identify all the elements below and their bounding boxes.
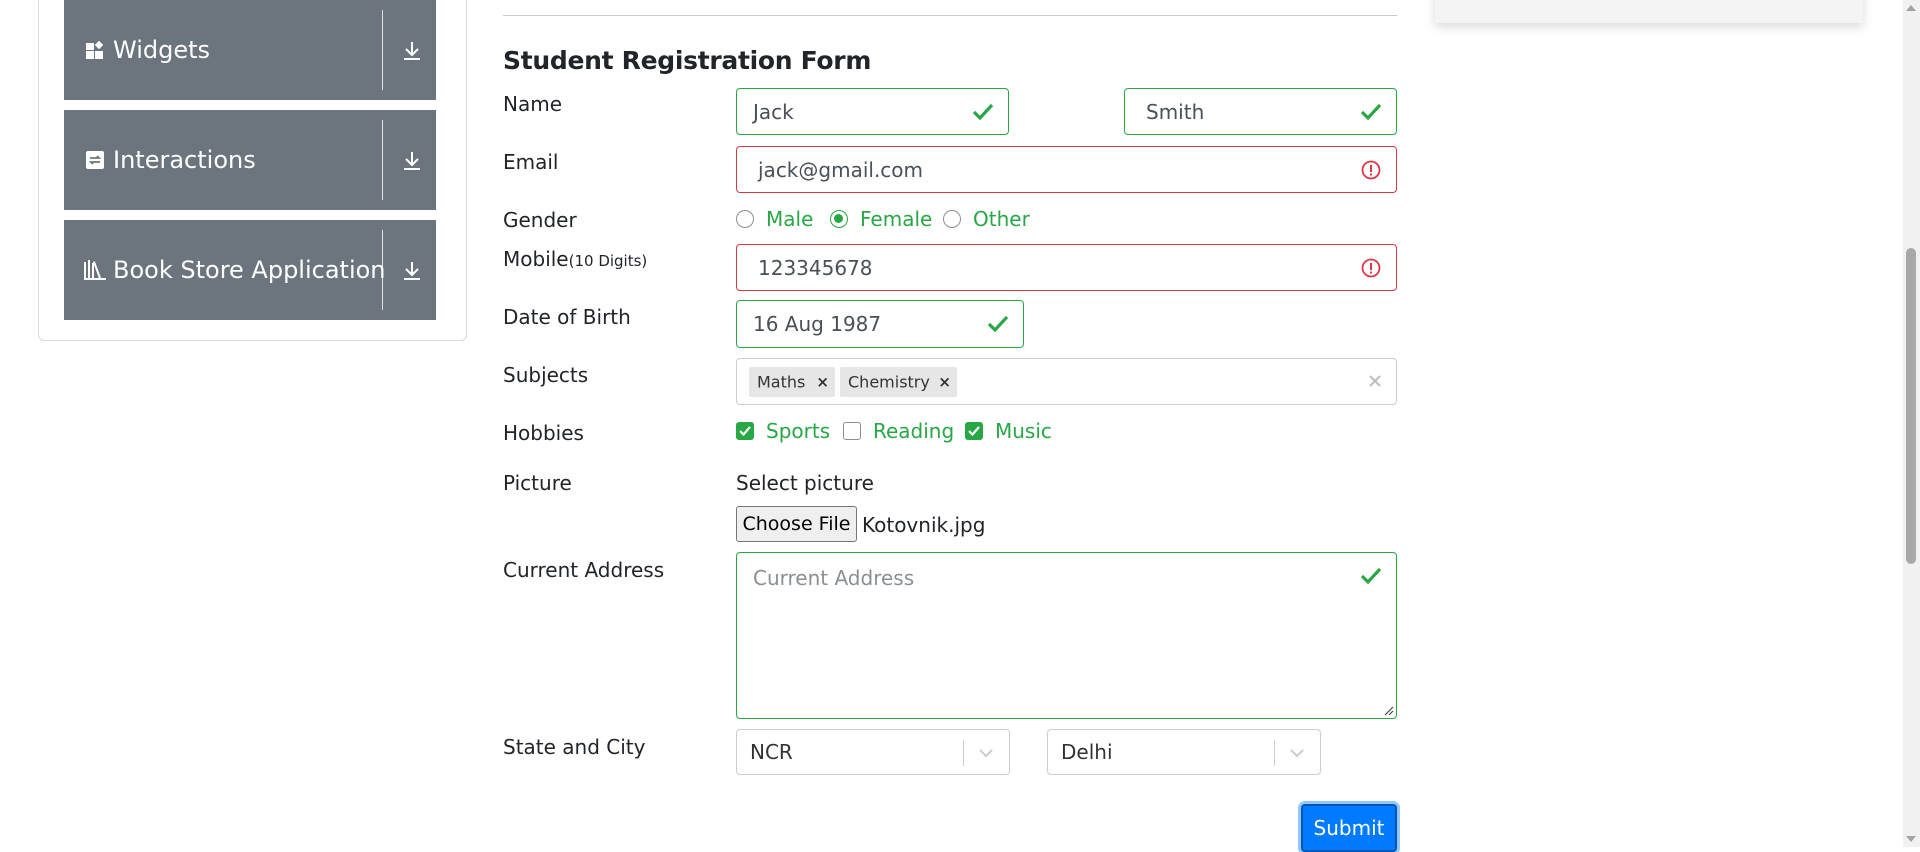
subjects-multiselect[interactable]: Maths × Chemistry × — [736, 358, 1397, 405]
choose-file-button[interactable]: Choose File — [736, 506, 857, 542]
email-value: jack@gmail.com — [758, 157, 924, 182]
first-name-input[interactable]: Jack — [736, 88, 1009, 135]
remove-chip-icon[interactable]: × — [938, 373, 951, 391]
chip-label: Chemistry — [848, 372, 930, 392]
checkbox-label: Music — [995, 419, 1052, 443]
checkbox — [965, 422, 983, 440]
email-input[interactable]: jack@gmail.com — [736, 146, 1397, 193]
scroll-down-icon[interactable] — [1905, 834, 1917, 844]
sidebar-group-label: Interactions — [113, 146, 256, 174]
hobbies-label: Hobbies — [503, 421, 584, 445]
mobile-input[interactable]: 123345678 — [736, 244, 1397, 291]
valid-check-icon — [1360, 567, 1382, 585]
form-title: Student Registration Form — [503, 46, 872, 75]
mobile-label: Mobile(10 Digits) — [503, 247, 647, 271]
radio-label: Female — [860, 207, 933, 231]
gender-label: Gender — [503, 208, 577, 232]
valid-check-icon — [972, 103, 994, 120]
sidebar-group-widgets[interactable]: Widgets — [64, 0, 436, 100]
checkbox — [843, 422, 861, 440]
invalid-alert-icon — [1361, 160, 1381, 179]
file-name: Kotovnik.jpg — [862, 513, 986, 537]
resize-handle-icon[interactable] — [1384, 706, 1394, 716]
radio-button — [830, 210, 848, 228]
state-value: NCR — [750, 740, 793, 764]
dob-label: Date of Birth — [503, 305, 631, 329]
sidebar-group-book-store[interactable]: Book Store Application — [64, 220, 436, 320]
submit-button[interactable]: Submit — [1301, 804, 1397, 852]
first-name-value: Jack — [753, 99, 794, 124]
sidebar-group-label: Widgets — [113, 36, 211, 64]
mobile-hint: (10 Digits) — [568, 252, 648, 270]
mobile-label-text: Mobile — [503, 247, 569, 271]
dob-value: 16 Aug 1987 — [753, 312, 882, 336]
city-value: Delhi — [1061, 740, 1113, 764]
radio-label: Male — [766, 207, 814, 231]
address-placeholder: Current Address — [753, 566, 915, 590]
last-name-value: Smith — [1146, 99, 1205, 124]
divider — [382, 230, 383, 310]
select-picture-label: Select picture — [736, 471, 874, 495]
subjects-label: Subjects — [503, 363, 589, 387]
state-city-label: State and City — [503, 735, 646, 759]
download-icon — [404, 152, 420, 170]
divider — [503, 15, 1397, 16]
last-name-input[interactable]: Smith — [1124, 88, 1397, 135]
subject-chip-chemistry: Chemistry × — [840, 367, 957, 397]
state-select[interactable]: NCR — [736, 729, 1010, 775]
divider — [963, 740, 964, 766]
divider — [382, 10, 383, 90]
invalid-alert-icon — [1361, 258, 1381, 277]
advertisement-banner — [1435, 0, 1863, 23]
clear-all-icon[interactable] — [1368, 374, 1382, 388]
radio-button — [943, 210, 961, 228]
sidebar-group-label: Book Store Application — [113, 256, 386, 284]
checkbox-label: Reading — [873, 419, 955, 443]
divider — [1274, 740, 1275, 766]
book-store-icon — [84, 260, 106, 280]
widgets-icon — [86, 41, 104, 59]
picture-label: Picture — [503, 471, 572, 495]
radio-label: Other — [973, 207, 1030, 231]
scrollbar-thumb[interactable] — [1906, 248, 1916, 564]
checkbox-label: Sports — [766, 419, 831, 443]
mobile-value: 123345678 — [758, 255, 873, 280]
scroll-up-icon[interactable] — [1905, 3, 1917, 13]
name-label: Name — [503, 92, 563, 116]
current-address-label: Current Address — [503, 558, 665, 582]
current-address-textarea[interactable]: Current Address — [736, 552, 1397, 719]
valid-check-icon — [1360, 103, 1382, 120]
checkbox — [736, 422, 754, 440]
chevron-down-icon — [1290, 749, 1304, 758]
subject-chip-maths: Maths × — [749, 367, 835, 397]
divider — [382, 120, 383, 200]
email-label: Email — [503, 150, 559, 174]
download-icon — [404, 42, 420, 60]
sidebar-group-interactions[interactable]: Interactions — [64, 110, 436, 210]
chevron-down-icon — [979, 749, 993, 758]
chip-label: Maths — [757, 372, 806, 392]
interactions-icon — [86, 151, 104, 169]
remove-chip-icon[interactable]: × — [816, 373, 829, 391]
download-icon — [404, 262, 420, 280]
radio-button — [736, 210, 754, 228]
valid-check-icon — [987, 315, 1009, 333]
city-select[interactable]: Delhi — [1047, 729, 1321, 775]
date-of-birth-input[interactable]: 16 Aug 1987 — [736, 300, 1024, 348]
